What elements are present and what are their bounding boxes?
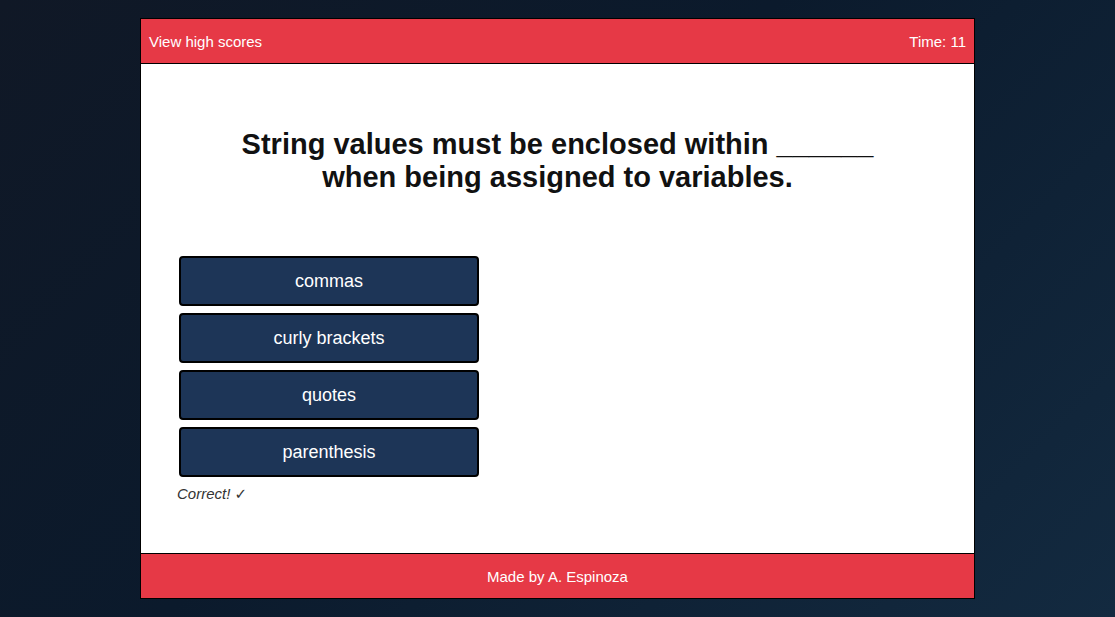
quiz-card: View high scores Time: 11 String values mu… xyxy=(140,18,975,599)
answer-button[interactable]: commas xyxy=(179,256,479,306)
page: View high scores Time: 11 String values mu… xyxy=(0,0,1115,617)
answer-button[interactable]: quotes xyxy=(179,370,479,420)
footer-text: Made by A. Espinoza xyxy=(487,568,628,585)
feedback: Correct! ✓ xyxy=(177,485,936,503)
footer-bar: Made by A. Espinoza xyxy=(141,553,974,598)
quiz-body: String values must be enclosed within __… xyxy=(141,64,974,553)
answer-button[interactable]: curly brackets xyxy=(179,313,479,363)
header-bar: View high scores Time: 11 xyxy=(141,19,974,64)
high-scores-link[interactable]: View high scores xyxy=(149,33,262,50)
answer-button[interactable]: parenthesis xyxy=(179,427,479,477)
timer: Time: 11 xyxy=(909,33,966,50)
question: String values must be enclosed within __… xyxy=(219,128,896,194)
answer-list: commas curly brackets quotes parenthesis xyxy=(179,256,479,477)
